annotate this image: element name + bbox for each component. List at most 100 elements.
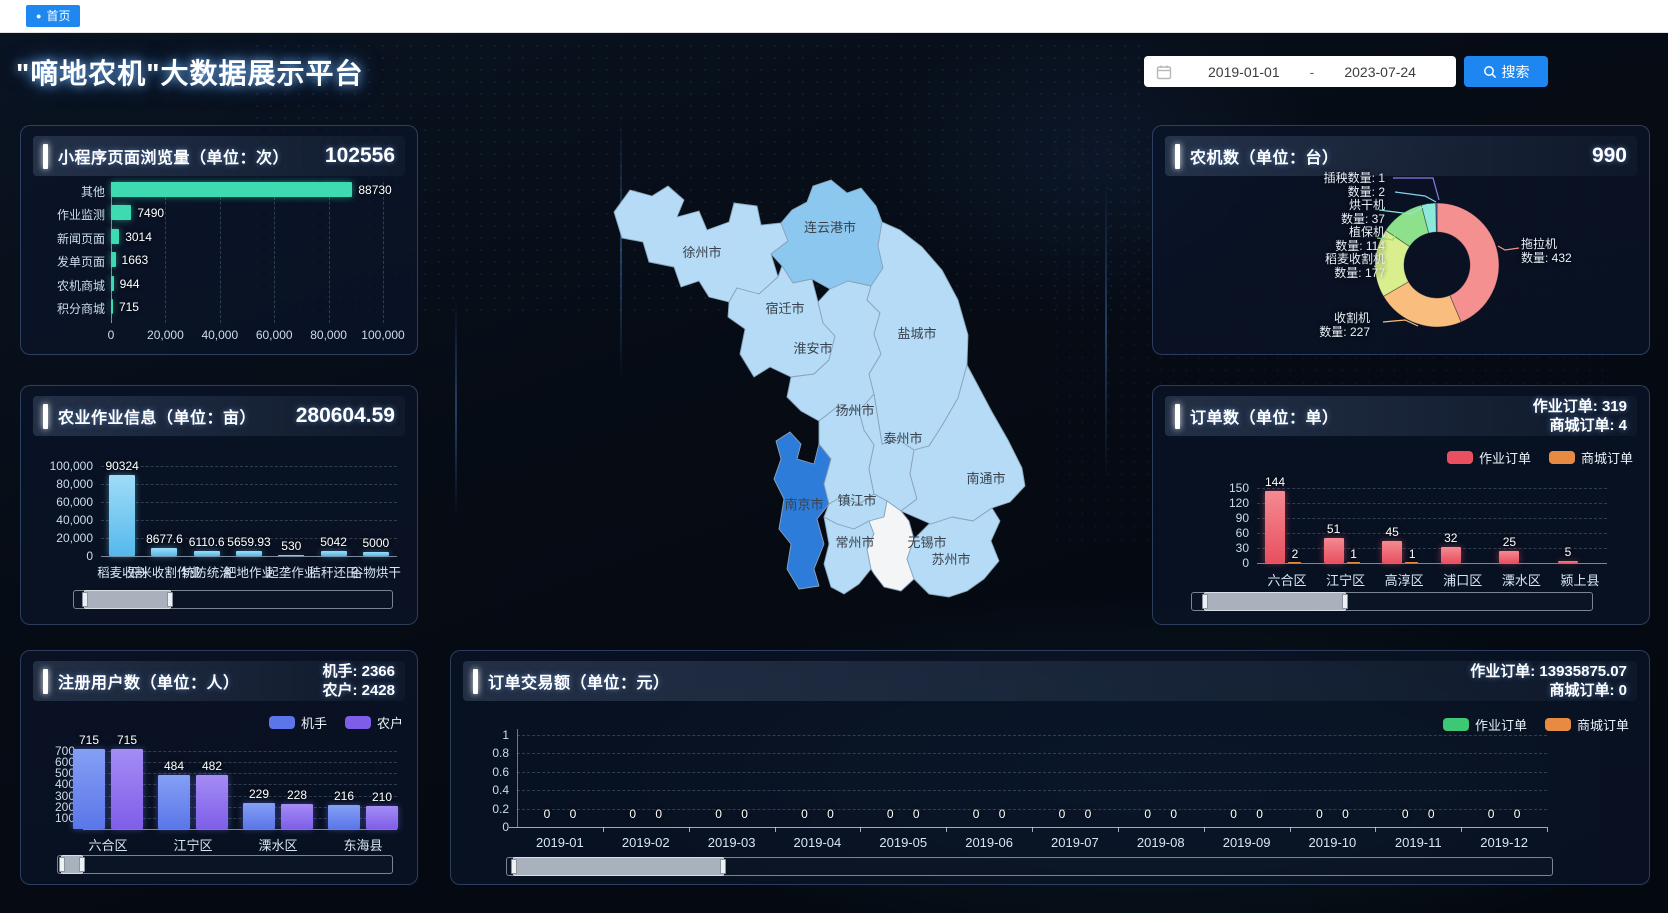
date-range-picker[interactable]: 2019-01-01 - 2023-07-24: [1144, 56, 1456, 87]
datazoom-slider[interactable]: [1191, 592, 1593, 611]
farming-bar-chart[interactable]: 020,00040,00060,00080,000100,00090324稻麦收…: [29, 446, 407, 581]
value-label: 228: [287, 788, 307, 802]
datazoom-selection[interactable]: [513, 857, 724, 876]
trade-line-chart[interactable]: 00.20.40.60.81002019-01002019-02002019-0…: [459, 729, 1639, 854]
value-label: 0: [913, 807, 920, 821]
bar[interactable]: [151, 548, 177, 556]
users-bar-chart[interactable]: 100200300400500600700715715六合区484482江宁区2…: [29, 729, 407, 849]
axis-tick-label: 40,000: [29, 513, 93, 527]
bar[interactable]: [1558, 561, 1578, 564]
value-label: 0: [801, 807, 808, 821]
datazoom-slider[interactable]: [506, 857, 1553, 876]
bar[interactable]: [194, 551, 220, 556]
value-label: 5042: [320, 535, 347, 549]
bar[interactable]: [1324, 538, 1344, 564]
datazoom-handle-left[interactable]: [82, 592, 88, 607]
bar[interactable]: [1382, 541, 1402, 564]
axis-tick-label: 120: [1201, 496, 1249, 510]
datazoom-handle-left[interactable]: [511, 859, 517, 874]
value-label: 5659.93: [227, 535, 270, 549]
bar[interactable]: [321, 551, 347, 556]
legend-item[interactable]: 作业订单: [1447, 448, 1531, 467]
views-bar-chart[interactable]: 其他88730作业监测7490新闻页面3014发单页面1663农机商城944积分…: [31, 182, 405, 342]
orders-bar-chart[interactable]: 03060901201501442六合区511江宁区451高淳区32浦口区25溧…: [1161, 468, 1639, 593]
tab-home[interactable]: ●首页: [26, 5, 80, 27]
value-label: 0: [1256, 807, 1263, 821]
search-icon: [1483, 65, 1497, 79]
value-label: 144: [1265, 475, 1285, 489]
bar[interactable]: [1499, 551, 1519, 564]
bar[interactable]: [111, 205, 131, 220]
panel-stats: 作业订单: 13935875.07 商城订单: 0: [1470, 662, 1627, 701]
bar[interactable]: [236, 551, 262, 556]
bar[interactable]: [158, 775, 190, 829]
bar[interactable]: [328, 805, 360, 829]
dashboard-app: ●首页 "嘀地农机"大数据展示平台 2019-01-01 - 2023-07-2…: [0, 0, 1668, 913]
datazoom-selection[interactable]: [1204, 592, 1346, 611]
bar[interactable]: [111, 749, 143, 829]
panel-total-value: 280604.59: [296, 404, 395, 428]
datazoom-handle-left[interactable]: [1202, 594, 1208, 609]
bar[interactable]: [278, 555, 304, 556]
donut-label-line: 数量: 37: [1213, 213, 1385, 227]
map-region-changzhou[interactable]: [824, 517, 874, 594]
browser-tab-bar: ●首页: [0, 0, 1668, 33]
axis-tick-label: 0.6: [467, 765, 509, 779]
date-separator: -: [1308, 64, 1317, 80]
datazoom-handle-left[interactable]: [59, 857, 65, 872]
datazoom-slider[interactable]: [57, 855, 393, 874]
datazoom-handle-right[interactable]: [79, 857, 85, 872]
category-label: 高淳区: [1385, 570, 1424, 589]
donut-label-line: 数量: 114: [1213, 240, 1385, 254]
map-region-xuzhou[interactable]: [614, 186, 788, 302]
machines-donut-chart[interactable]: 插秧数量: 1数量: 2烘干机数量: 37植保机数量: 114稻麦收割机数量: …: [1153, 126, 1627, 334]
map-city-label: 淮安市: [793, 341, 832, 356]
grid-line: [517, 753, 1547, 754]
bar[interactable]: [363, 552, 389, 557]
bar[interactable]: [111, 299, 113, 314]
axis-tick-label: 0.8: [467, 746, 509, 760]
bar[interactable]: [1405, 562, 1418, 564]
map-city-label: 南京市: [784, 497, 823, 512]
bar[interactable]: [281, 804, 313, 829]
panel-mini-program-views: 小程序页面浏览量（单位：次） 102556 其他88730作业监测7490新闻页…: [20, 125, 418, 355]
axis-tick-label: 0: [29, 549, 93, 563]
jiangsu-province-map[interactable]: 徐州市连云港市宿迁市淮安市盐城市扬州市泰州市南通市南京市镇江市常州市无锡市苏州市: [530, 150, 1030, 610]
grid-line: [1257, 518, 1607, 519]
value-label: 482: [202, 759, 222, 773]
axis-tick-mark: [1375, 827, 1376, 832]
bar[interactable]: [243, 803, 275, 829]
grid-line: [517, 735, 1547, 736]
value-label: 715: [119, 300, 139, 314]
bar[interactable]: [1288, 562, 1301, 564]
bar[interactable]: [109, 475, 135, 556]
chart-legend: 作业订单商城订单: [1447, 448, 1633, 467]
datazoom-slider[interactable]: [73, 590, 393, 609]
datazoom-handle-right[interactable]: [720, 859, 726, 874]
bar[interactable]: [73, 749, 105, 829]
bar[interactable]: [1265, 491, 1285, 563]
search-button[interactable]: 搜索: [1464, 56, 1548, 87]
value-label: 0: [973, 807, 980, 821]
datazoom-handle-right[interactable]: [1342, 594, 1348, 609]
bar[interactable]: [111, 182, 352, 197]
datazoom-selection[interactable]: [84, 590, 172, 609]
axis-tick-label: 80,000: [310, 328, 347, 342]
bar[interactable]: [111, 229, 119, 244]
datazoom-handle-right[interactable]: [167, 592, 173, 607]
panel-title: 农业作业信息（单位：亩）: [58, 404, 256, 428]
bar[interactable]: [196, 775, 228, 829]
bar[interactable]: [111, 252, 116, 267]
bar[interactable]: [111, 276, 114, 291]
date-end-input[interactable]: 2023-07-24: [1316, 64, 1444, 80]
legend-item[interactable]: 商城订单: [1549, 448, 1633, 467]
panel-title: 小程序页面浏览量（单位：次）: [58, 144, 289, 168]
axis-tick-mark: [1032, 827, 1033, 832]
label-leader-line: [1498, 246, 1519, 250]
date-start-input[interactable]: 2019-01-01: [1180, 64, 1308, 80]
value-label: 88730: [358, 183, 391, 197]
bar[interactable]: [366, 806, 398, 829]
bar[interactable]: [1347, 562, 1360, 564]
value-label: 210: [372, 790, 392, 804]
bar[interactable]: [1441, 547, 1461, 563]
